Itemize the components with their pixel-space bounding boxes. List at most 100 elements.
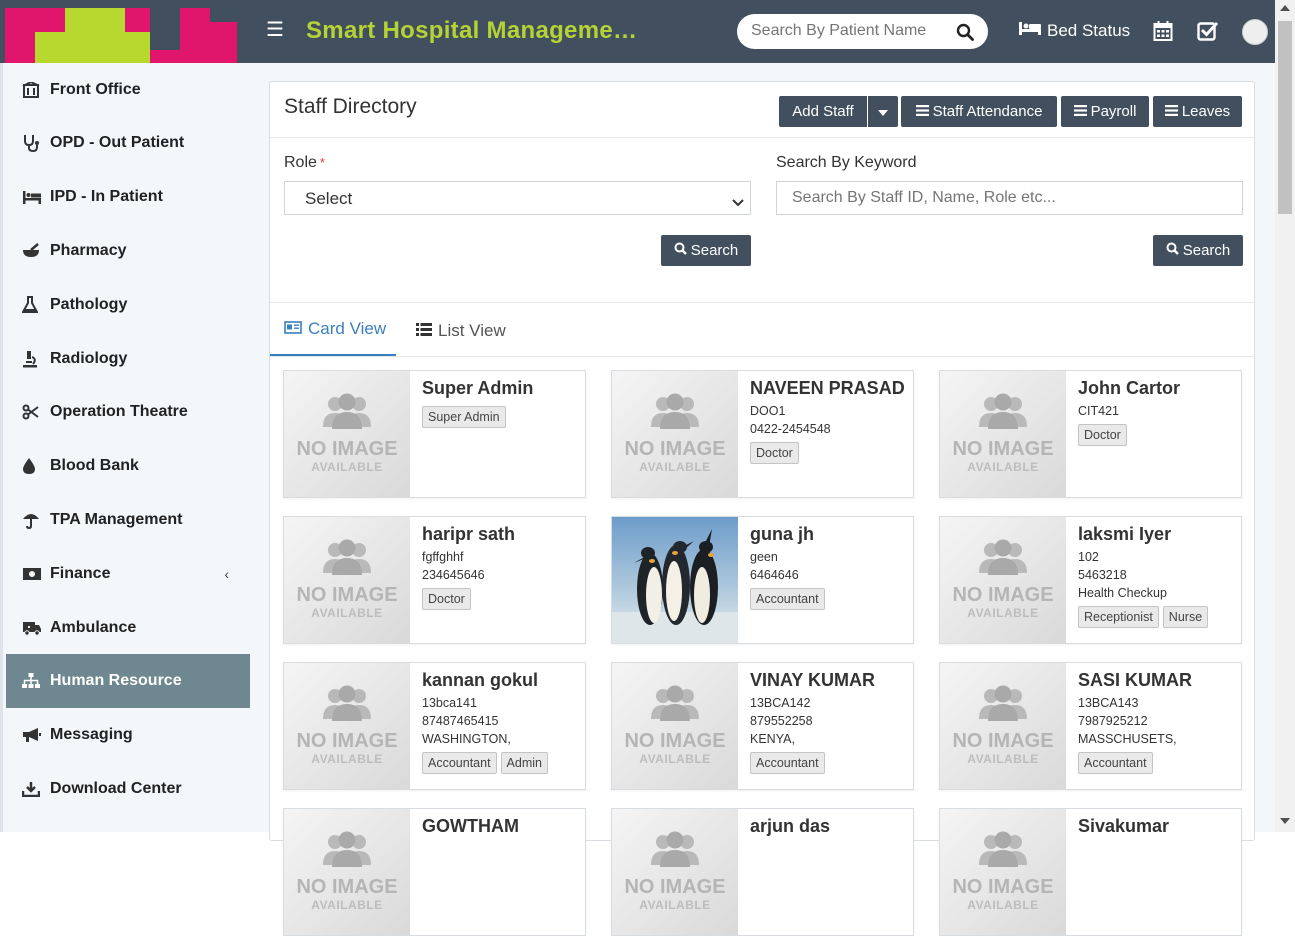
sidebar-item-finance[interactable]: Finance ‹ <box>6 547 253 601</box>
scrollbar-thumb[interactable] <box>1278 21 1292 214</box>
sidebar-item-label: Pathology <box>50 296 128 313</box>
role-badge: Doctor <box>422 588 471 610</box>
tabs-bottom-divider <box>270 356 1254 357</box>
staff-card[interactable]: NO IMAGE AVAILABLE arjun das <box>611 808 914 936</box>
hospital-logo[interactable] <box>5 0 237 63</box>
stethoscope-icon <box>22 134 50 152</box>
staff-name[interactable]: SASI KUMAR <box>1078 670 1192 691</box>
payroll-label: Payroll <box>1090 103 1137 120</box>
staff-card[interactable]: guna jh geen 6464646 Accountant <box>611 516 914 644</box>
keyword-search-input[interactable] <box>776 181 1243 215</box>
main-content: Staff Directory Add Staff Staff Attendan… <box>250 63 1275 936</box>
staff-name[interactable]: John Cartor <box>1078 378 1180 399</box>
sidebar-item-pathology[interactable]: Pathology <box>6 278 253 332</box>
keyword-search-button[interactable]: Search <box>1153 235 1243 266</box>
role-badge: Super Admin <box>422 406 506 428</box>
people-icon <box>645 393 705 438</box>
staff-info-line: Health Checkup <box>1078 586 1167 600</box>
sidebar-item-tpa-management[interactable]: TPA Management <box>6 493 253 547</box>
search-icon[interactable] <box>956 23 974 46</box>
no-image-text: NO IMAGE <box>296 438 398 460</box>
bed-status-label: Bed Status <box>1047 20 1131 40</box>
staff-info-line: KENYA, <box>750 732 795 746</box>
sidebar-item-label: Radiology <box>50 350 128 367</box>
task-checkbox-icon[interactable] <box>1197 20 1219 47</box>
bed-icon <box>1018 20 1042 41</box>
search-button-label: Search <box>690 242 739 259</box>
no-image-placeholder: NO IMAGE AVAILABLE <box>284 663 410 789</box>
staff-card[interactable]: NO IMAGE AVAILABLE haripr sath fgffghhf 2346… <box>283 516 586 644</box>
sidebar-item-ambulance[interactable]: Ambulance <box>6 601 253 655</box>
staff-name[interactable]: guna jh <box>750 524 814 545</box>
staff-name[interactable]: Sivakumar <box>1078 816 1169 837</box>
no-image-placeholder: NO IMAGE AVAILABLE <box>940 371 1066 497</box>
staff-name[interactable]: kannan gokul <box>422 670 538 691</box>
role-badge: Receptionist <box>1078 606 1159 628</box>
staff-name[interactable]: laksmi Iyer <box>1078 524 1171 545</box>
patient-search-input[interactable] <box>751 22 931 40</box>
add-staff-button[interactable]: Add Staff <box>779 96 867 127</box>
tab-card-view[interactable]: Card View <box>270 304 396 357</box>
role-badge: Accountant <box>750 588 825 610</box>
add-staff-dropdown-button[interactable] <box>868 96 898 127</box>
sidebar-item-ipd[interactable]: IPD - In Patient <box>6 170 253 224</box>
staff-card[interactable]: NO IMAGE AVAILABLE laksmi Iyer 102 5463218 He… <box>939 516 1242 644</box>
sidebar-item-messaging[interactable]: Messaging <box>6 708 253 762</box>
no-image-subtext: AVAILABLE <box>967 606 1039 620</box>
calendar-icon[interactable] <box>1153 20 1173 47</box>
staff-info-line: 13BCA142 <box>750 696 811 710</box>
leaves-button[interactable]: Leaves <box>1153 96 1242 127</box>
no-image-text: NO IMAGE <box>952 438 1054 460</box>
role-select-value: Select <box>305 189 353 208</box>
sidebar-item-radiology[interactable]: Radiology <box>6 332 253 386</box>
page-scrollbar[interactable] <box>1275 0 1295 832</box>
sidebar-item-pharmacy[interactable]: Pharmacy <box>6 224 253 278</box>
staff-attendance-button[interactable]: Staff Attendance <box>901 96 1057 127</box>
scissors-icon <box>22 404 50 420</box>
staff-name[interactable]: NAVEEN PRASAD <box>750 378 905 399</box>
staff-card[interactable]: NO IMAGE AVAILABLE John Cartor CIT421 Doctor <box>939 370 1242 498</box>
scroll-up-arrow-icon[interactable] <box>1280 5 1290 11</box>
staff-name[interactable]: GOWTHAM <box>422 816 519 837</box>
sidebar-item-download-center[interactable]: Download Center <box>6 762 253 816</box>
sidebar-item-human-resource[interactable]: Human Resource <box>6 654 253 708</box>
role-badge: Accountant <box>1078 752 1153 774</box>
sidebar-item-label: OPD - Out Patient <box>50 134 185 151</box>
staff-name[interactable]: haripr sath <box>422 524 515 545</box>
sidebar-item-operation-theatre[interactable]: Operation Theatre <box>6 385 253 439</box>
staff-info-line: 234645646 <box>422 568 485 582</box>
sidebar-item-front-office[interactable]: Front Office <box>6 63 253 117</box>
required-marker: * <box>319 155 325 170</box>
staff-name[interactable]: Super Admin <box>422 378 533 399</box>
role-select[interactable]: Select <box>284 181 751 215</box>
list-icon <box>1164 103 1178 120</box>
staff-name[interactable]: arjun das <box>750 816 830 837</box>
role-badge: Doctor <box>750 442 799 464</box>
staff-card[interactable]: NO IMAGE AVAILABLE VINAY KUMAR 13BCA142 8795… <box>611 662 914 790</box>
staff-card[interactable]: NO IMAGE AVAILABLE SASI KUMAR 13BCA143 79879… <box>939 662 1242 790</box>
sidebar-item-label: Human Resource <box>50 672 182 689</box>
menu-toggle-icon[interactable]: ☰ <box>266 20 286 40</box>
role-badge: Doctor <box>1078 424 1127 446</box>
staff-card[interactable]: NO IMAGE AVAILABLE Sivakumar <box>939 808 1242 936</box>
building-icon <box>22 82 50 98</box>
role-search-button[interactable]: Search <box>661 235 751 266</box>
no-image-placeholder: NO IMAGE AVAILABLE <box>284 371 410 497</box>
staff-card[interactable]: NO IMAGE AVAILABLE GOWTHAM <box>283 808 586 936</box>
staff-card[interactable]: NO IMAGE AVAILABLE Super Admin Super Admin <box>283 370 586 498</box>
no-image-subtext: AVAILABLE <box>967 752 1039 766</box>
bed-status-link[interactable]: Bed Status <box>1018 20 1130 41</box>
scroll-down-arrow-icon[interactable] <box>1280 818 1290 824</box>
user-avatar[interactable] <box>1242 19 1268 45</box>
payroll-button[interactable]: Payroll <box>1061 96 1149 127</box>
staff-card[interactable]: NO IMAGE AVAILABLE NAVEEN PRASAD DOO1 0422-2… <box>611 370 914 498</box>
staff-name[interactable]: VINAY KUMAR <box>750 670 875 691</box>
umbrella-icon <box>22 511 50 529</box>
sidebar-item-blood-bank[interactable]: Blood Bank <box>6 439 253 493</box>
people-icon <box>317 831 377 876</box>
tab-list-view[interactable]: List View <box>416 304 506 357</box>
sidebar-item-opd[interactable]: OPD - Out Patient <box>6 116 253 170</box>
no-image-subtext: AVAILABLE <box>639 752 711 766</box>
no-image-placeholder: NO IMAGE AVAILABLE <box>940 517 1066 643</box>
staff-card[interactable]: NO IMAGE AVAILABLE kannan gokul 13bca141 874… <box>283 662 586 790</box>
